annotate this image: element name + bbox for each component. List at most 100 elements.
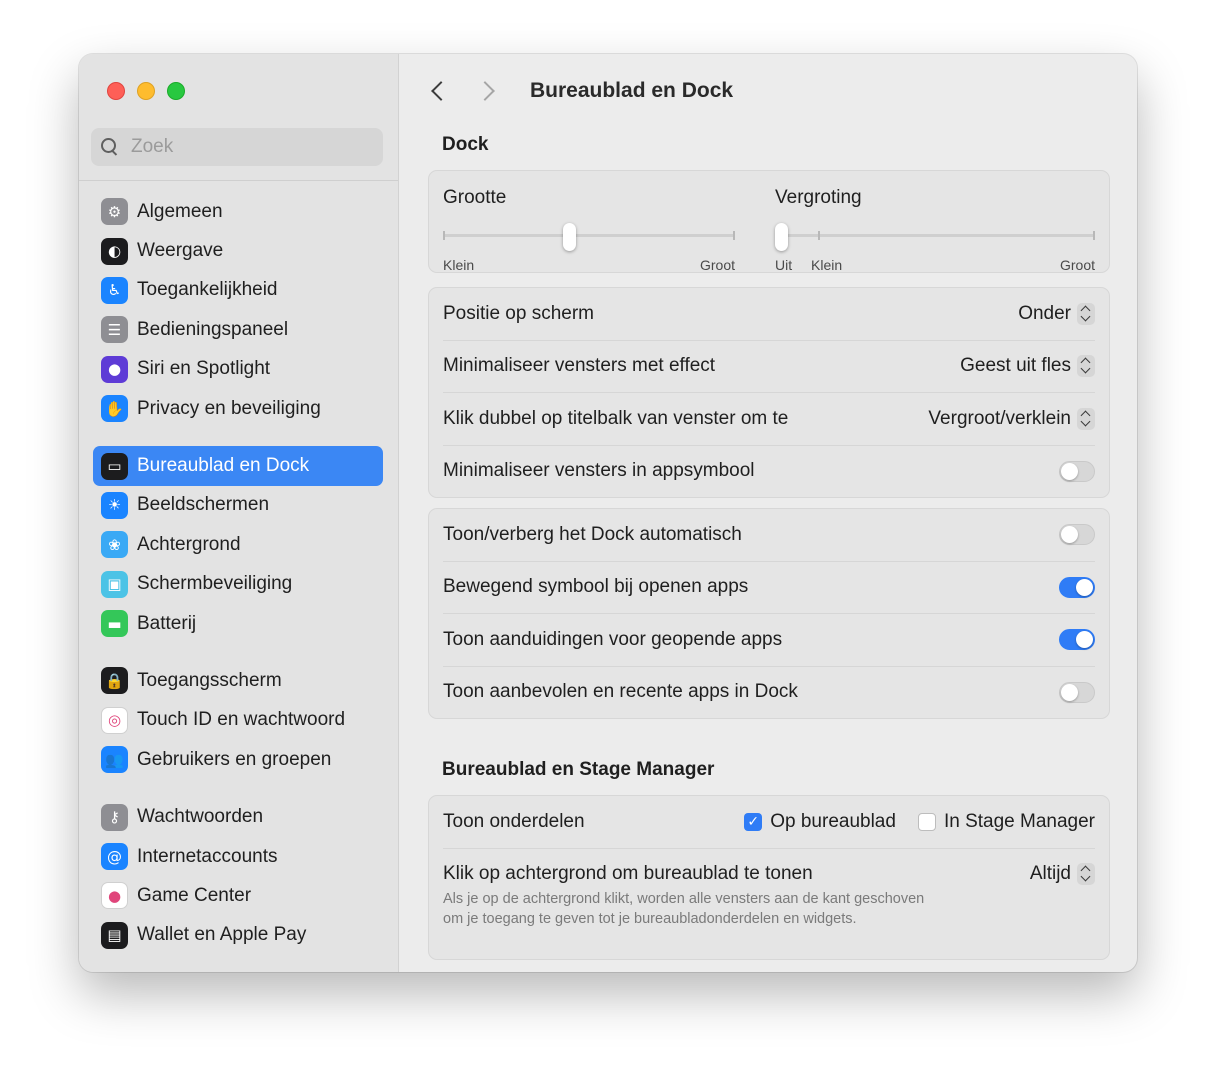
sidebar-item-siri-en-spotlight[interactable]: ● Siri en Spotlight: [93, 350, 383, 389]
sidebar-item-label: Achtergrond: [137, 533, 241, 555]
magnification-tick-min: [818, 231, 820, 240]
sidebar-item-label: Wallet en Apple Pay: [137, 924, 307, 946]
sidebar-item-schermbeveiliging[interactable]: ▣ Schermbeveiliging: [93, 565, 383, 604]
magnification-min-label: Klein: [811, 257, 843, 273]
siri-icon: ●: [101, 355, 128, 383]
magnification-tick-max: [1093, 231, 1095, 240]
sidebar-item-toegankelijkheid[interactable]: ♿ Toegankelijkheid: [93, 271, 383, 310]
click-wallpaper-text: Klik op achtergrond om bureaublad te ton…: [443, 863, 943, 929]
stepper-icon: [1077, 862, 1095, 885]
magnification-off-label: Uit: [775, 257, 793, 273]
gear-icon: ⚙: [101, 198, 128, 226]
sidebar-item-label: Bedieningspaneel: [137, 318, 289, 340]
magnification-max-label: Groot: [1059, 257, 1095, 273]
sidebar-item-achtergrond[interactable]: ❀ Achtergrond: [93, 525, 383, 564]
indicators-toggle[interactable]: [1059, 629, 1095, 651]
sidebar-item-toegangsscherm[interactable]: 🔒 Toegangsscherm: [93, 661, 383, 700]
dock-behavior-card: Toon/verberg het Dock automatisch Bewege…: [428, 508, 1110, 719]
sidebar-item-label: Internetaccounts: [137, 845, 278, 867]
animate-label: Bewegend symbool bij openen apps: [443, 576, 749, 598]
zoom-button[interactable]: [167, 82, 185, 100]
at-icon: @: [101, 843, 128, 871]
stepper-icon: [1077, 302, 1095, 325]
sidebar-item-label: Privacy en beveiliging: [137, 397, 321, 419]
back-button[interactable]: [421, 74, 455, 108]
section-title-stage-manager: Bureaublad en Stage Manager: [442, 759, 715, 780]
show-items-options: ✓ Op bureaublad In Stage Manager: [744, 811, 1095, 833]
sidebar-item-internetaccounts[interactable]: @ Internetaccounts: [93, 837, 383, 876]
recent-apps-toggle[interactable]: [1059, 681, 1095, 703]
autohide-toggle[interactable]: [1059, 524, 1095, 546]
size-max-label: Groot: [699, 257, 735, 273]
sidebar-item-wachtwoorden[interactable]: ⚷ Wachtwoorden: [93, 797, 383, 836]
size-slider-label: Grootte: [443, 187, 507, 208]
key-icon: ⚷: [101, 803, 128, 831]
forward-button[interactable]: [471, 74, 505, 108]
double-click-popup[interactable]: Vergroot/verklein: [928, 407, 1095, 430]
row-minimize-into-icon: Minimaliseer vensters in appsymbool: [443, 446, 1095, 498]
row-position: Positie op scherm Onder: [443, 288, 1095, 341]
close-button[interactable]: [107, 82, 125, 100]
sidebar-item-privacy-en-beveiliging[interactable]: ✋ Privacy en beveiliging: [93, 389, 383, 428]
appearance-icon: ◐: [101, 237, 128, 265]
battery-icon: ▬: [101, 610, 128, 638]
search-field[interactable]: [91, 128, 383, 166]
click-wallpaper-help: Als je op de achtergrond klikt, worden a…: [443, 890, 925, 927]
sidebar-item-weergave[interactable]: ◐ Weergave: [93, 231, 383, 270]
control-center-icon: ☰: [101, 316, 128, 344]
users-icon: 👥: [101, 746, 128, 774]
sidebar-item-label: Bureaublad en Dock: [137, 455, 310, 477]
minimize-effect-popup[interactable]: Geest uit fles: [960, 355, 1095, 378]
dock-options-card: Positie op scherm Onder Minimaliseer ven…: [428, 287, 1110, 498]
sidebar-item-wallet-en-apple-pay[interactable]: ▤ Wallet en Apple Pay: [93, 916, 383, 955]
sidebar-item-touch-id-en-wachtwoord[interactable]: ◎ Touch ID en wachtwoord: [93, 701, 383, 740]
row-indicators: Toon aanduidingen voor geopende apps: [443, 614, 1095, 667]
hand-icon: ✋: [101, 395, 128, 423]
sidebar-item-label: Schermbeveiliging: [137, 573, 293, 595]
magnification-slider-block: Vergroting Uit Klein Groot: [775, 187, 1095, 277]
stage-manager-checkbox-wrap[interactable]: In Stage Manager: [917, 811, 1095, 833]
minimize-button[interactable]: [137, 82, 155, 100]
desktop-checkbox-wrap[interactable]: ✓ Op bureaublad: [744, 811, 896, 833]
sidebar-item-game-center[interactable]: ● Game Center: [93, 876, 383, 915]
size-slider-track[interactable]: [443, 234, 735, 237]
search-input[interactable]: [129, 135, 373, 159]
double-click-value: Vergroot/verklein: [928, 407, 1071, 429]
sidebar-item-batterij[interactable]: ▬ Batterij: [93, 604, 383, 643]
magnification-slider-track[interactable]: [775, 234, 1095, 237]
recent-apps-label: Toon aanbevolen en recente apps in Dock: [443, 681, 798, 703]
sidebar-item-bedieningspaneel[interactable]: ☰ Bedieningspaneel: [93, 310, 383, 349]
sidebar-item-label: Gebruikers en groepen: [137, 748, 332, 770]
show-items-label: Toon onderdelen: [443, 810, 585, 832]
size-tick-min: [443, 231, 445, 240]
desktop-checkbox[interactable]: ✓: [744, 812, 763, 831]
sidebar-item-gebruikers-en-groepen[interactable]: 👥 Gebruikers en groepen: [93, 740, 383, 779]
sidebar-item-label: Siri en Spotlight: [137, 358, 271, 380]
click-wallpaper-popup[interactable]: Altijd: [1030, 862, 1095, 885]
double-click-label: Klik dubbel op titelbalk van venster om …: [443, 407, 789, 429]
sidebar-item-algemeen[interactable]: ⚙ Algemeen: [93, 192, 383, 231]
toolbar: Bureaublad en Dock: [421, 74, 733, 108]
minimize-into-icon-toggle[interactable]: [1059, 460, 1095, 482]
animate-toggle[interactable]: [1059, 576, 1095, 598]
position-popup[interactable]: Onder: [1018, 302, 1095, 325]
size-slider-knob[interactable]: [562, 223, 576, 251]
dock-size-card: Grootte Klein Groot Vergroting Uit Klein…: [428, 170, 1110, 273]
lock-icon: 🔒: [101, 667, 128, 695]
chevron-left-icon: [431, 81, 451, 101]
click-wallpaper-label: Klik op achtergrond om bureaublad te ton…: [443, 862, 813, 884]
screensaver-icon: ▣: [101, 570, 128, 598]
autohide-label: Toon/verberg het Dock automatisch: [443, 523, 742, 545]
row-animate: Bewegend symbool bij openen apps: [443, 562, 1095, 614]
sidebar-item-beeldschermen[interactable]: ☀ Beeldschermen: [93, 486, 383, 525]
position-label: Positie op scherm: [443, 302, 595, 324]
sidebar-item-bureaublad-en-dock[interactable]: ▭ Bureaublad en Dock: [93, 446, 383, 486]
size-tick-max: [733, 231, 735, 240]
row-show-items: Toon onderdelen ✓ Op bureaublad In Stage…: [443, 796, 1095, 849]
stage-manager-checkbox[interactable]: [917, 812, 936, 831]
dock-icon: ▭: [101, 452, 128, 480]
sidebar-item-label: Batterij: [137, 612, 197, 634]
magnification-slider-knob[interactable]: [775, 223, 788, 251]
position-value: Onder: [1018, 302, 1071, 324]
game-center-icon: ●: [101, 882, 128, 910]
